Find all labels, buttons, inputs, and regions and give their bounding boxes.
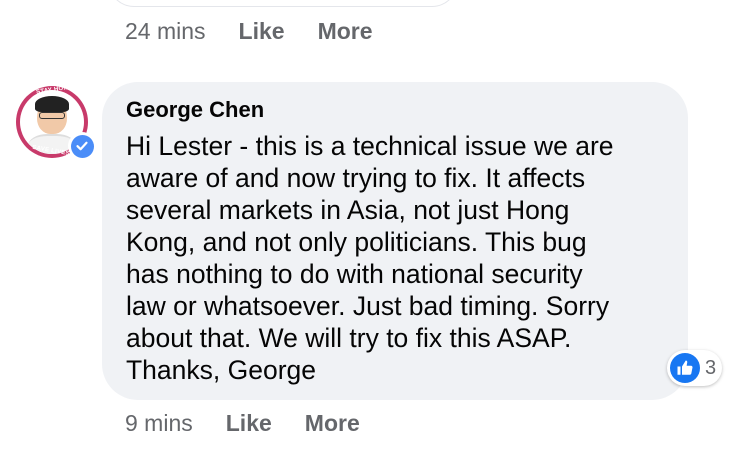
- comment-text-line: Kong, and not only politicians. This bug: [126, 227, 587, 257]
- comment-thread: 24 mins Like More STAY HOME SAVE LIVES G…: [0, 0, 750, 467]
- comment-text: Hi Lester - this is a technical issue we…: [126, 130, 668, 386]
- previous-comment-like-button[interactable]: Like: [239, 18, 285, 45]
- avatar-hair: [35, 96, 69, 112]
- comment-text-line: law or whatsoever. Just bad timing. Sorr…: [126, 291, 610, 321]
- comment-text-line: about that. We will try to fix this ASAP…: [126, 323, 572, 353]
- verified-badge-circle: [70, 134, 94, 158]
- previous-comment-more-button[interactable]: More: [318, 18, 373, 45]
- reaction-count-badge[interactable]: 3: [667, 350, 723, 386]
- checkmark-icon: [76, 141, 88, 151]
- comment-author-name[interactable]: George Chen: [126, 96, 668, 124]
- comment-timestamp[interactable]: 9 mins: [125, 410, 193, 437]
- comment-text-line: Hi Lester - this is a technical issue we…: [126, 131, 614, 161]
- comment-text-line: Thanks, George: [126, 355, 317, 385]
- comment-bubble: George Chen Hi Lester - this is a techni…: [102, 82, 688, 400]
- verified-check-icon: [68, 132, 96, 160]
- previous-comment-actions: 24 mins Like More: [125, 18, 373, 45]
- more-button[interactable]: More: [305, 410, 360, 437]
- comment-text-line: has nothing to do with national security: [126, 259, 583, 289]
- thumbs-up-icon: [670, 353, 700, 383]
- comment-actions: 9 mins Like More: [125, 410, 360, 437]
- comment-text-line: aware of and now trying to fix. It affec…: [126, 163, 586, 193]
- like-button[interactable]: Like: [226, 410, 272, 437]
- thumbs-up-glyph: [677, 360, 693, 375]
- comment-text-line: several markets in Asia, not just Hong: [126, 195, 570, 225]
- reaction-count: 3: [705, 356, 717, 379]
- previous-comment-bubble: [108, 0, 458, 7]
- avatar-glasses: [39, 112, 65, 119]
- previous-comment-timestamp[interactable]: 24 mins: [125, 18, 206, 45]
